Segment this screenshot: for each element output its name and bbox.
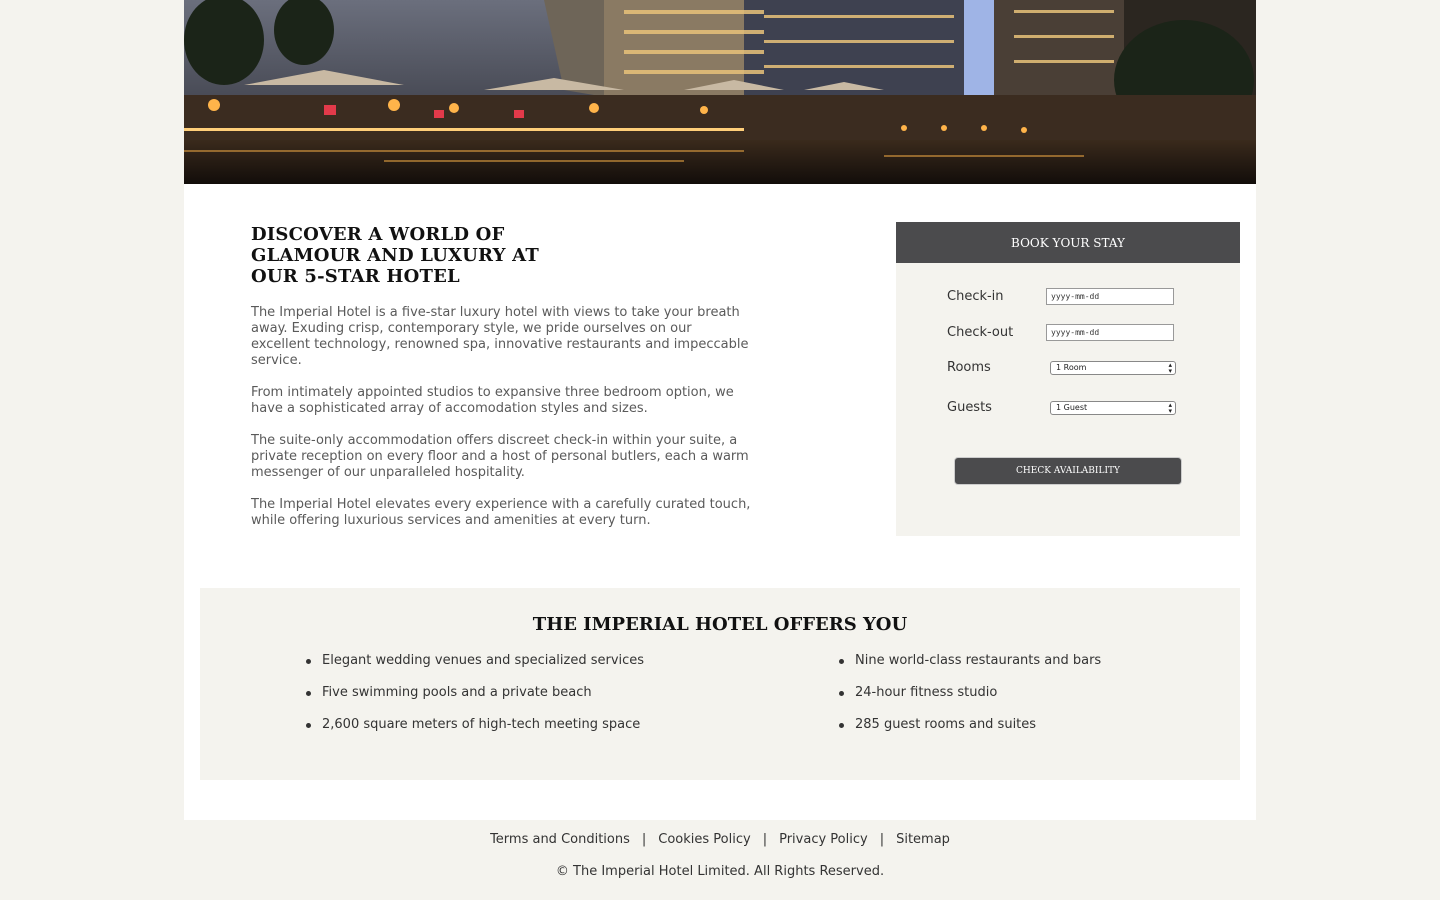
offers-list-right: Nine world-class restaurants and bars 24…	[839, 653, 1101, 749]
footer-separator: |	[879, 832, 885, 847]
checkin-row: Check-in yyyy-mm-dd	[947, 288, 1174, 305]
list-item: 24-hour fitness studio	[839, 685, 1101, 717]
checkin-label: Check-in	[947, 289, 1004, 304]
booking-title: BOOK YOUR STAY	[896, 222, 1240, 263]
checkout-label: Check-out	[947, 325, 1014, 340]
offers-section: THE IMPERIAL HOTEL OFFERS YOU Elegant we…	[200, 588, 1240, 780]
check-availability-button[interactable]: CHECK AVAILABILITY	[954, 457, 1182, 485]
rooms-row: Rooms 1 Room ▴ ▾	[947, 360, 1176, 375]
sitemap-link[interactable]: Sitemap	[896, 832, 950, 847]
select-arrows-icon: ▴ ▾	[1168, 400, 1172, 415]
terms-link[interactable]: Terms and Conditions	[490, 832, 630, 847]
guests-select-value: 1 Guest	[1056, 403, 1088, 412]
rooms-select[interactable]: 1 Room ▴ ▾	[1050, 360, 1176, 375]
checkout-row: Check-out yyyy-mm-dd	[947, 324, 1174, 341]
guests-select[interactable]: 1 Guest ▴ ▾	[1050, 400, 1176, 415]
intro-paragraph: The suite-only accommodation offers disc…	[251, 433, 749, 480]
offers-title: THE IMPERIAL HOTEL OFFERS YOU	[532, 614, 908, 635]
privacy-link[interactable]: Privacy Policy	[779, 832, 868, 847]
hero-image	[184, 0, 1256, 184]
list-item: Five swimming pools and a private beach	[306, 685, 644, 717]
page-container: DISCOVER A WORLD OF GLAMOUR AND LUXURY A…	[184, 0, 1256, 820]
intro-paragraph: From intimately appointed studios to exp…	[251, 385, 734, 416]
offers-list-left: Elegant wedding venues and specialized s…	[306, 653, 644, 749]
booking-panel: BOOK YOUR STAY Check-in yyyy-mm-dd Check…	[896, 222, 1240, 536]
rooms-label: Rooms	[947, 360, 991, 375]
intro-heading: DISCOVER A WORLD OF GLAMOUR AND LUXURY A…	[251, 224, 539, 287]
list-item: 2,600 square meters of high-tech meeting…	[306, 717, 644, 749]
checkin-input[interactable]: yyyy-mm-dd	[1046, 288, 1174, 305]
guests-row: Guests 1 Guest ▴ ▾	[947, 400, 1176, 415]
intro-paragraph: The Imperial Hotel elevates every experi…	[251, 497, 751, 528]
copyright-text: © The Imperial Hotel Limited. All Rights…	[555, 864, 885, 879]
list-item: 285 guest rooms and suites	[839, 717, 1101, 749]
list-item: Nine world-class restaurants and bars	[839, 653, 1101, 685]
select-arrows-icon: ▴ ▾	[1168, 360, 1172, 375]
footer-separator: |	[762, 832, 768, 847]
list-item: Elegant wedding venues and specialized s…	[306, 653, 644, 685]
checkout-input[interactable]: yyyy-mm-dd	[1046, 324, 1174, 341]
rooms-select-value: 1 Room	[1056, 363, 1087, 372]
intro-paragraph: The Imperial Hotel is a five-star luxury…	[251, 305, 749, 368]
intro-section: DISCOVER A WORLD OF GLAMOUR AND LUXURY A…	[251, 224, 751, 545]
cookies-link[interactable]: Cookies Policy	[658, 832, 750, 847]
guests-label: Guests	[947, 400, 992, 415]
footer-separator: |	[641, 832, 647, 847]
footer-links: Terms and Conditions | Cookies Policy | Priv…	[0, 832, 1440, 847]
